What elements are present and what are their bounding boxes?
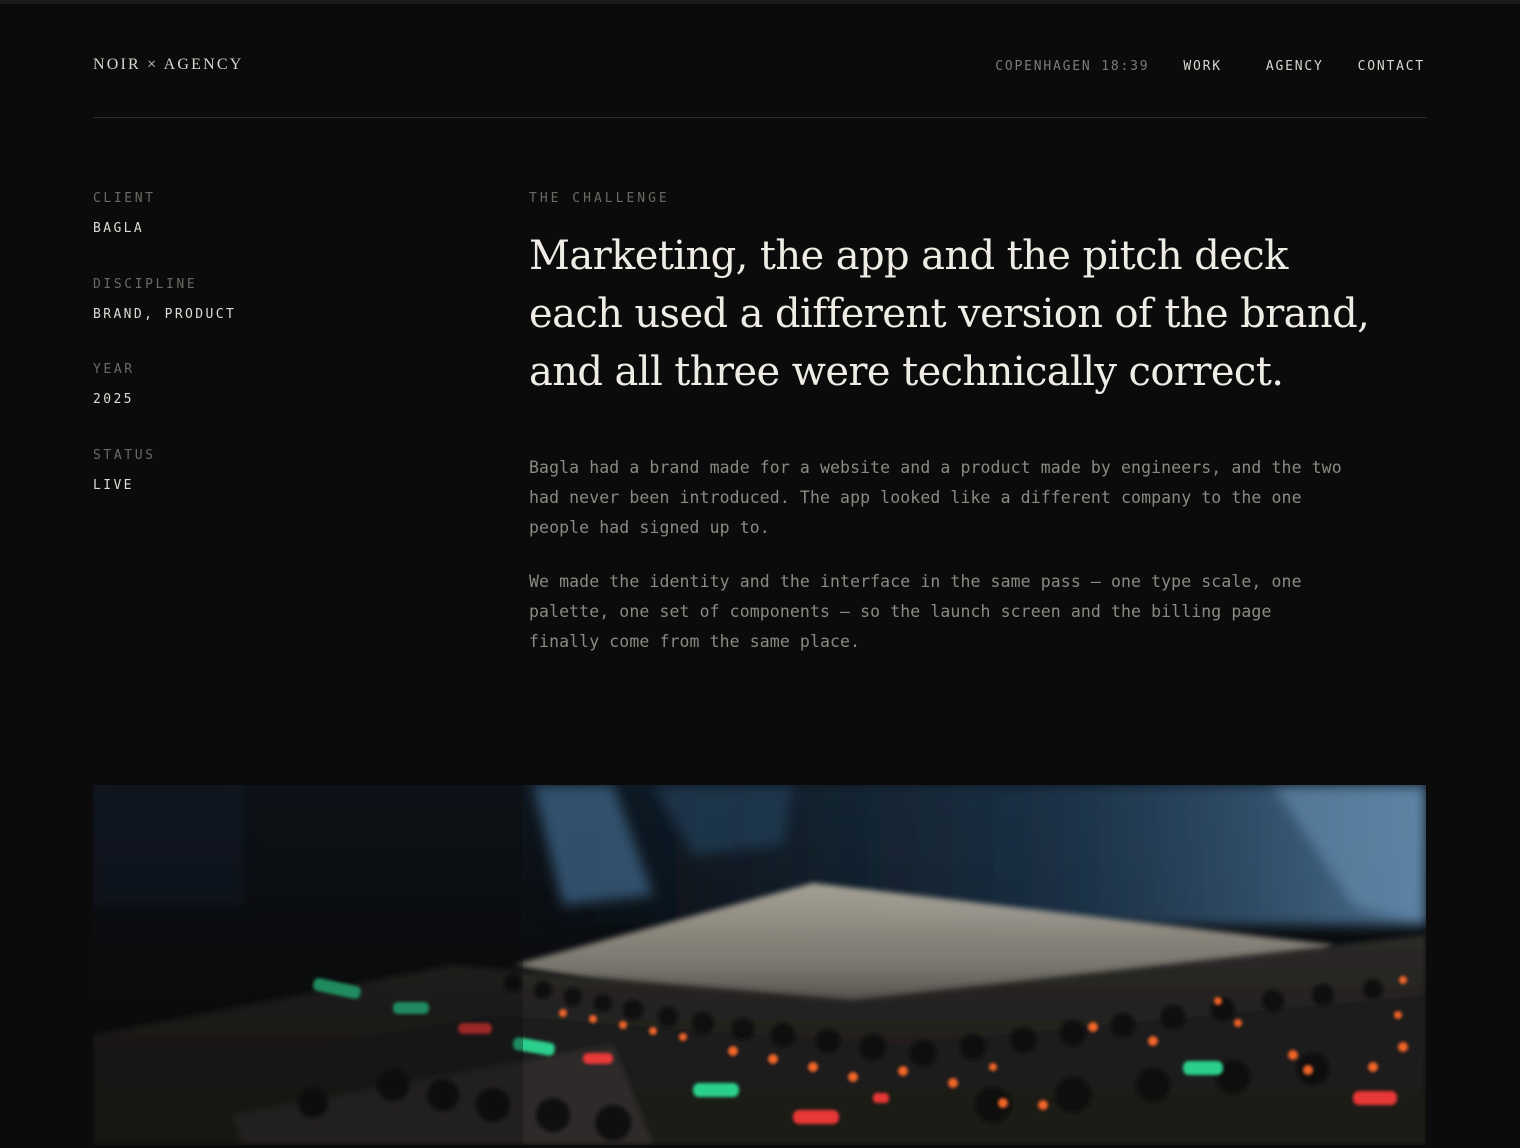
header-divider <box>93 117 1427 118</box>
meta-value: 2025 <box>93 392 134 407</box>
nav-link-work[interactable]: WORK <box>1183 59 1222 74</box>
agency-logo[interactable]: NOIR × AGENCY <box>93 56 244 74</box>
hero-image-mixing-console <box>93 785 1426 1145</box>
meta-discipline: DISCIPLINE BRAND, PRODUCT <box>93 276 393 362</box>
location-clock: COPENHAGEN 18:39 <box>995 59 1150 74</box>
meta-value: BRAND, PRODUCT <box>93 306 237 322</box>
meta-value: BAGLA <box>93 221 145 236</box>
meta-label: STATUS <box>93 447 156 463</box>
meta-client: CLIENT BAGLA <box>93 190 393 276</box>
nav-link-contact[interactable]: CONTACT <box>1358 59 1425 74</box>
project-meta: CLIENT BAGLA DISCIPLINE BRAND, PRODUCT Y… <box>93 190 393 532</box>
main-nav: COPENHAGEN 18:39 WORK AGENCY CONTACT <box>995 59 1425 74</box>
meta-label: CLIENT <box>93 191 156 206</box>
top-edge <box>0 0 1520 4</box>
meta-status: STATUS LIVE <box>93 447 393 533</box>
mixing-console-photo <box>93 785 1426 1145</box>
challenge-headline: Marketing, the app and the pitch deck ea… <box>529 233 1370 395</box>
meta-value: LIVE <box>93 477 134 493</box>
meta-label: YEAR <box>93 362 135 377</box>
body-paragraph: Bagla had a brand made for a website and… <box>529 458 1342 537</box>
nav-link-agency[interactable]: AGENCY <box>1266 59 1324 74</box>
body-paragraph: We made the identity and the interface i… <box>529 572 1302 651</box>
section-kicker: THE CHALLENGE <box>529 191 670 206</box>
meta-label: DISCIPLINE <box>93 276 198 292</box>
meta-year: YEAR 2025 <box>93 361 393 447</box>
